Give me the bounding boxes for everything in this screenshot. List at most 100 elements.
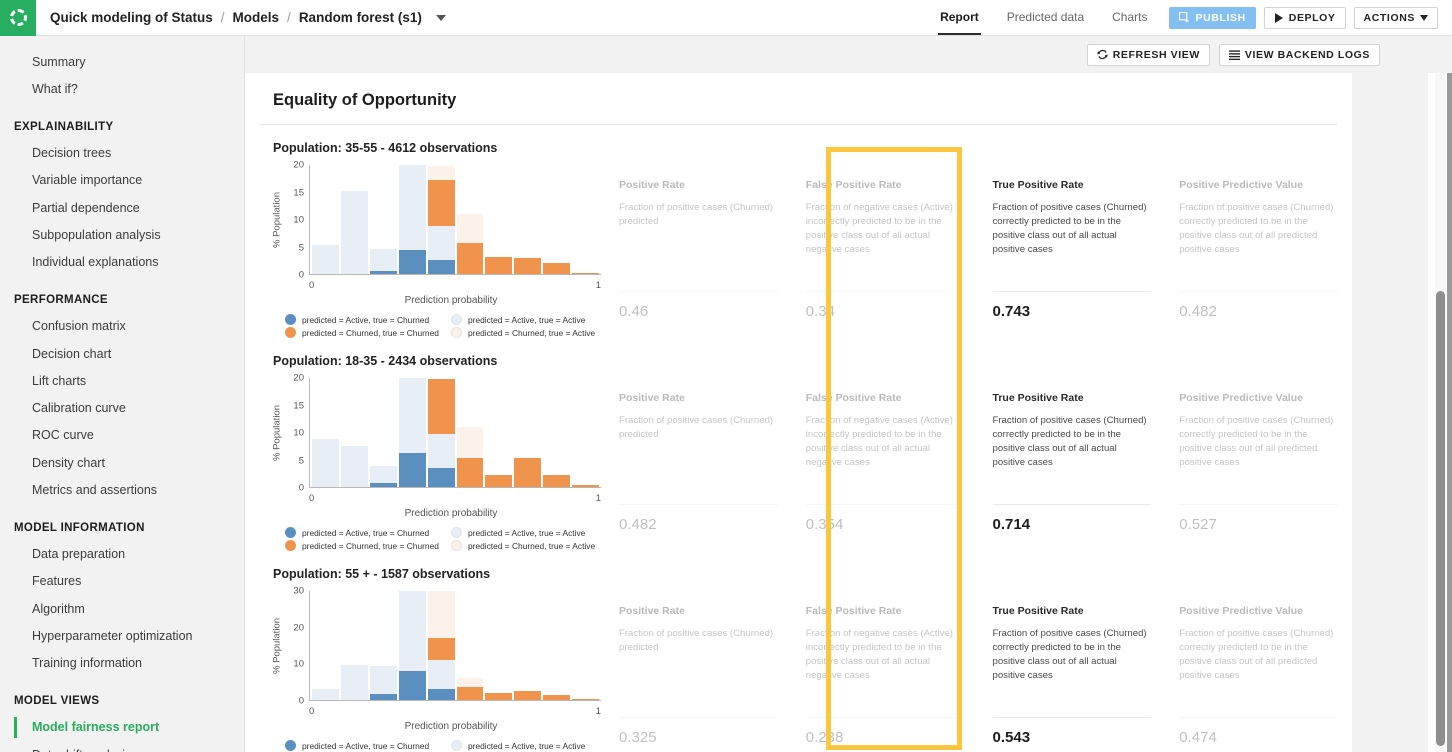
chart-legend-item[interactable]: predicted = Active, true = Active — [451, 740, 611, 751]
legend-label: predicted = Active, true = Churned — [302, 315, 429, 325]
prediction-probability-chart: % Population0510152001Prediction probabi… — [245, 372, 605, 551]
sidebar-item-data-drift-analysis[interactable]: Data drift analysis — [0, 741, 244, 752]
sidebar-item-label: Confusion matrix — [32, 319, 126, 333]
metric-title: Positive Predictive Value — [1179, 392, 1338, 404]
chart-legend-item[interactable]: predicted = Churned, true = Churned — [285, 540, 445, 551]
view-backend-logs-button[interactable]: VIEW BACKEND LOGS — [1219, 44, 1380, 66]
chart-plot-area: % Population0510152001 — [267, 165, 605, 275]
legend-color-swatch — [451, 327, 462, 338]
chart-bar — [399, 378, 426, 487]
chart-y-tick: 0 — [299, 483, 309, 494]
chart-bar-segment — [399, 671, 426, 700]
actions-button[interactable]: ACTIONS — [1354, 7, 1438, 29]
sidebar-item-what-if[interactable]: What if? — [0, 75, 244, 102]
sidebar-item-density-chart[interactable]: Density chart — [0, 449, 244, 476]
sidebar-item-algorithm[interactable]: Algorithm — [0, 595, 244, 622]
chevron-down-icon[interactable] — [436, 15, 446, 21]
chart-bars — [310, 165, 601, 274]
sidebar-item-model-fairness-report[interactable]: Model fairness report — [0, 714, 244, 741]
metric-column-positive-rate[interactable]: Positive RateFraction of positive cases … — [605, 179, 792, 320]
chart-bar-segment — [514, 258, 541, 274]
chart-bars-container — [309, 165, 601, 275]
breadcrumb-model[interactable]: Random forest (s1) — [299, 10, 422, 25]
app-logo[interactable] — [0, 0, 36, 36]
chart-y-tick: 20 — [293, 622, 309, 633]
breadcrumb-models[interactable]: Models — [233, 10, 280, 25]
sidebar-item-label: Features — [32, 574, 81, 588]
tab-charts[interactable]: Charts — [1098, 0, 1161, 35]
metric-value: 0.46 — [619, 292, 778, 320]
panel-scrollbar-thumb[interactable] — [1436, 291, 1445, 746]
legend-label: predicted = Active, true = Churned — [302, 528, 429, 538]
chart-bar-segment — [399, 378, 426, 453]
chart-legend-item[interactable]: predicted = Churned, true = Active — [451, 540, 611, 551]
sidebar-item-hyperparameter-optimization[interactable]: Hyperparameter optimization — [0, 622, 244, 649]
chart-bar — [572, 378, 599, 487]
publish-button[interactable]: PUBLISH — [1169, 7, 1255, 29]
chart-legend-item[interactable]: predicted = Churned, true = Active — [451, 327, 611, 338]
sidebar-item-lift-charts[interactable]: Lift charts — [0, 367, 244, 394]
sidebar-item-decision-trees[interactable]: Decision trees — [0, 140, 244, 167]
chart-bar-segment — [370, 249, 397, 271]
chart-legend-item[interactable]: predicted = Active, true = Churned — [285, 527, 445, 538]
metric-column-positive-predictive-value[interactable]: Positive Predictive ValueFraction of pos… — [1165, 605, 1352, 746]
sidebar-item-features[interactable]: Features — [0, 568, 244, 595]
metric-column-positive-rate[interactable]: Positive RateFraction of positive cases … — [605, 392, 792, 533]
metric-column-false-positive-rate[interactable]: False Positive RateFraction of negative … — [792, 179, 979, 320]
sidebar-item-data-preparation[interactable]: Data preparation — [0, 541, 244, 568]
metric-value: 0.474 — [1179, 718, 1338, 746]
sidebar-item-calibration-curve[interactable]: Calibration curve — [0, 395, 244, 422]
chart-y-tick: 10 — [293, 215, 309, 226]
panel-scrollbar-track[interactable] — [1435, 73, 1446, 752]
tab-predicted-data[interactable]: Predicted data — [993, 0, 1098, 35]
sidebar-item-subpopulation-analysis[interactable]: Subpopulation analysis — [0, 221, 244, 248]
chart-bar — [428, 378, 455, 487]
sidebar-item-summary[interactable]: Summary — [0, 48, 244, 75]
metric-column-positive-predictive-value[interactable]: Positive Predictive ValueFraction of pos… — [1165, 392, 1352, 533]
refresh-view-button[interactable]: REFRESH VIEW — [1087, 44, 1210, 66]
metric-column-true-positive-rate[interactable]: True Positive RateFraction of positive c… — [979, 392, 1166, 533]
chart-bar-segment — [514, 691, 541, 700]
sidebar-item-decision-chart[interactable]: Decision chart — [0, 340, 244, 367]
chart-x-ticks: 01 — [309, 493, 601, 504]
sidebar-item-confusion-matrix[interactable]: Confusion matrix — [0, 313, 244, 340]
legend-color-swatch — [451, 740, 462, 751]
metric-column-positive-rate[interactable]: Positive RateFraction of positive cases … — [605, 605, 792, 746]
sidebar-item-individual-explanations[interactable]: Individual explanations — [0, 249, 244, 276]
chart-legend-item[interactable]: predicted = Churned, true = Churned — [285, 327, 445, 338]
tab-report[interactable]: Report — [926, 0, 993, 35]
view-backend-logs-label: VIEW BACKEND LOGS — [1245, 49, 1370, 61]
sidebar-item-label: Subpopulation analysis — [32, 228, 161, 242]
chart-legend-item[interactable]: predicted = Active, true = Churned — [285, 314, 445, 325]
deploy-button[interactable]: DEPLOY — [1264, 7, 1346, 29]
metric-value: 0.238 — [806, 718, 965, 746]
chart-bar-segment — [543, 695, 570, 700]
sidebar-item-partial-dependence[interactable]: Partial dependence — [0, 194, 244, 221]
outer-scrollbar-thumb[interactable] — [1447, 73, 1452, 752]
metric-column-false-positive-rate[interactable]: False Positive RateFraction of negative … — [792, 605, 979, 746]
sidebar-item-metrics-and-assertions[interactable]: Metrics and assertions — [0, 476, 244, 503]
metric-value: 0.482 — [1179, 292, 1338, 320]
chart-bar-segment — [370, 271, 397, 274]
breadcrumb-project[interactable]: Quick modeling of Status — [50, 10, 213, 25]
chart-bar — [312, 378, 339, 487]
chart-bar — [312, 165, 339, 274]
chart-bar — [399, 591, 426, 700]
metric-column-true-positive-rate[interactable]: True Positive RateFraction of positive c… — [979, 605, 1166, 746]
chart-legend-item[interactable]: predicted = Active, true = Active — [451, 527, 611, 538]
sidebar-item-roc-curve[interactable]: ROC curve — [0, 422, 244, 449]
chart-bar-segment — [428, 468, 455, 487]
chart-legend-item[interactable]: predicted = Active, true = Churned — [285, 740, 445, 751]
chart-bar — [370, 378, 397, 487]
outer-scrollbar-track[interactable] — [1447, 73, 1452, 752]
sidebar-item-variable-importance[interactable]: Variable importance — [0, 167, 244, 194]
chart-bar-segment — [370, 694, 397, 700]
sidebar-heading-model-views: MODEL VIEWS — [0, 677, 244, 714]
chart-bar-segment — [399, 591, 426, 671]
metric-column-false-positive-rate[interactable]: False Positive RateFraction of negative … — [792, 392, 979, 533]
metric-column-true-positive-rate[interactable]: True Positive RateFraction of positive c… — [979, 179, 1166, 320]
chart-bar — [543, 165, 570, 274]
sidebar-item-training-information[interactable]: Training information — [0, 650, 244, 677]
metric-column-positive-predictive-value[interactable]: Positive Predictive ValueFraction of pos… — [1165, 179, 1352, 320]
chart-legend-item[interactable]: predicted = Active, true = Active — [451, 314, 611, 325]
